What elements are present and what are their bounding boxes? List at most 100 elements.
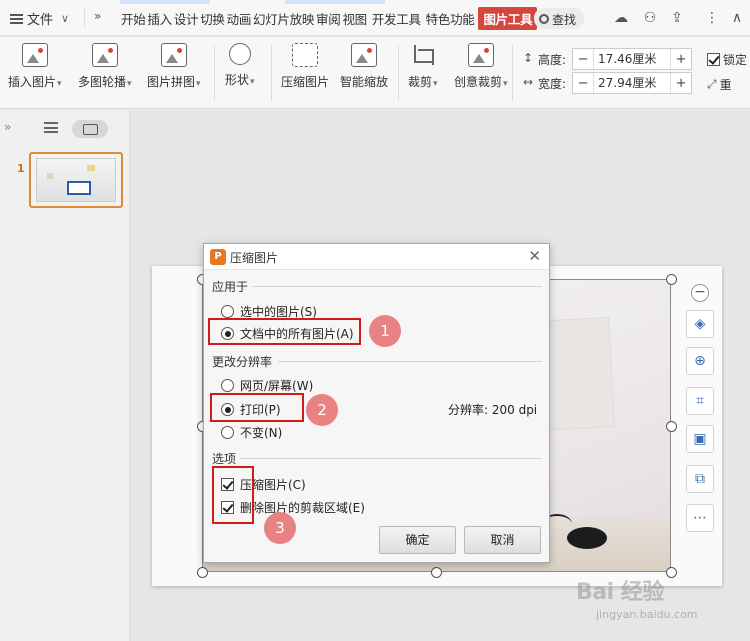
collapse-ribbon-icon[interactable]: ∧ xyxy=(728,9,746,27)
thumbnail-view-icon[interactable] xyxy=(72,120,108,138)
width-label: 宽度: xyxy=(538,76,567,91)
cloud-icon[interactable]: ☁ xyxy=(612,9,630,27)
dropdown-arrow-icon: ▾ xyxy=(127,79,132,89)
more-options-icon[interactable]: ⋮ xyxy=(703,9,721,27)
width-row: ↔ 宽度: − 27.94厘米 + xyxy=(520,72,693,94)
radio-label: 不变(N) xyxy=(240,426,283,440)
smart-zoom-button[interactable]: 智能缩放 xyxy=(340,43,388,90)
annotation-badge-2: 2 xyxy=(306,394,338,426)
crop-tool-icon[interactable]: ⌗ xyxy=(686,387,714,415)
crop-icon xyxy=(410,43,436,67)
radio-button[interactable] xyxy=(221,379,234,392)
zoom-in-icon[interactable]: ⊕ xyxy=(686,347,714,375)
thumbnail-detail xyxy=(87,165,95,171)
height-row: ↕ 高度: − 17.46厘米 + xyxy=(520,48,693,70)
tab-animation[interactable]: 动画 xyxy=(226,9,252,30)
resize-handle-top-right[interactable] xyxy=(666,274,677,285)
insert-picture-button[interactable]: 插入图片▾ xyxy=(8,43,62,90)
reset-label: 重 xyxy=(719,78,732,92)
dropdown-arrow-icon: ▾ xyxy=(196,79,201,89)
increase-height-button[interactable]: + xyxy=(671,52,691,67)
crop-button[interactable]: 裁剪▾ xyxy=(408,43,438,90)
reset-icon: ⤢ xyxy=(707,77,717,91)
tab-design[interactable]: 设计 xyxy=(173,9,199,30)
baidu-watermark-logo: Bai 经验 xyxy=(576,580,664,605)
slide-thumbnail[interactable] xyxy=(29,152,123,208)
resize-handle-bottom-left[interactable] xyxy=(197,567,208,578)
height-stepper[interactable]: − 17.46厘米 + xyxy=(572,48,693,70)
group-divider xyxy=(240,458,542,459)
dialog-title-bar[interactable]: P 压缩图片 ✕ xyxy=(204,244,549,270)
shape-label: 形状 xyxy=(225,73,250,87)
file-menu[interactable]: 文件 ∨ xyxy=(10,9,69,28)
tab-home[interactable]: 开始 xyxy=(120,9,146,30)
shape-button[interactable]: 形状▾ xyxy=(225,43,255,88)
divider xyxy=(214,45,215,101)
thumbnail-detail xyxy=(47,173,53,179)
decrease-width-button[interactable]: − xyxy=(573,76,593,91)
collapse-pane-icon[interactable]: » xyxy=(4,120,11,134)
menu-bar: 文件 ∨ » 开始 插入 设计 切换 动画 幻灯片放映 审阅 视图 开发工具 特… xyxy=(0,0,750,36)
tab-insert[interactable]: 插入 xyxy=(146,9,172,30)
more-tools-icon[interactable]: ⋯ xyxy=(686,504,714,532)
ok-button[interactable]: 确定 xyxy=(379,526,456,554)
more-tabs-icon[interactable]: » xyxy=(94,9,101,23)
height-input[interactable]: 17.46厘米 xyxy=(593,49,672,69)
annotation-box-1 xyxy=(208,318,361,345)
tab-view[interactable]: 视图 xyxy=(341,9,367,30)
lock-checkbox-box[interactable] xyxy=(707,53,720,66)
document-tab-strip xyxy=(120,0,210,4)
close-icon[interactable]: ✕ xyxy=(528,247,541,265)
tab-developer[interactable]: 开发工具 xyxy=(371,9,422,30)
tab-features[interactable]: 特色功能 xyxy=(425,9,476,30)
wps-logo-icon: P xyxy=(210,249,226,265)
increase-width-button[interactable]: + xyxy=(671,76,691,91)
divider xyxy=(84,8,85,28)
search-button[interactable]: 查找 xyxy=(534,8,584,29)
group-divider xyxy=(278,361,542,362)
tab-transition[interactable]: 切换 xyxy=(199,9,225,30)
lock-aspect-checkbox[interactable]: 锁定 xyxy=(707,51,747,68)
tab-slideshow[interactable]: 幻灯片放映 xyxy=(252,9,315,30)
share-icon[interactable]: ⇪ xyxy=(668,9,686,27)
resize-handle-bottom[interactable] xyxy=(431,567,442,578)
replace-picture-icon[interactable]: ⧉ xyxy=(686,465,714,493)
crop-label: 裁剪 xyxy=(408,75,433,89)
compress-picture-label: 压缩图片 xyxy=(281,75,330,89)
tab-picture-tools[interactable]: 图片工具 xyxy=(478,7,538,30)
collage-button[interactable]: 图片拼图▾ xyxy=(147,43,201,90)
compress-picture-button[interactable]: 压缩图片 xyxy=(281,43,329,90)
height-icon: ↕ xyxy=(522,51,534,65)
width-stepper[interactable]: − 27.94厘米 + xyxy=(572,72,693,94)
collapse-toolbar-icon[interactable]: − xyxy=(691,284,709,302)
slide-thumbnail-pane: » 1 xyxy=(0,110,130,641)
radio-button[interactable] xyxy=(221,305,234,318)
carousel-icon xyxy=(91,43,118,67)
tab-review[interactable]: 审阅 xyxy=(315,9,341,30)
insert-picture-label: 插入图片 xyxy=(8,75,57,89)
layers-icon[interactable]: ◈ xyxy=(686,310,714,338)
width-input[interactable]: 27.94厘米 xyxy=(593,73,672,93)
unchanged-radio[interactable]: 不变(N) xyxy=(221,424,282,441)
ribbon-tabs: 开始 插入 设计 切换 动画 幻灯片放映 审阅 视图 开发工具 特色功能 图片工… xyxy=(120,7,538,30)
picture-frame-icon[interactable]: ▣ xyxy=(686,425,714,453)
annotation-box-3 xyxy=(212,466,254,524)
radio-button[interactable] xyxy=(221,426,234,439)
apply-to-group-label: 应用于 xyxy=(212,280,249,294)
radio-label: 网页/屏幕(W) xyxy=(240,379,314,393)
decrease-height-button[interactable]: − xyxy=(573,52,593,67)
resize-handle-bottom-right[interactable] xyxy=(666,567,677,578)
picture-tools-ribbon: 插入图片▾ 多图轮播▾ 图片拼图▾ 形状▾ 压缩图片 智能缩放 裁剪▾ 创意裁剪… xyxy=(0,37,750,109)
add-user-icon[interactable]: ⚇ xyxy=(641,9,659,27)
compress-picture-icon xyxy=(292,43,318,67)
hamburger-icon xyxy=(10,13,23,24)
file-menu-label: 文件 xyxy=(27,13,54,28)
creative-crop-button[interactable]: 创意裁剪▾ xyxy=(454,43,508,90)
cancel-button[interactable]: 取消 xyxy=(464,526,541,554)
collage-label: 图片拼图 xyxy=(147,75,196,89)
resize-handle-right[interactable] xyxy=(666,421,677,432)
reset-size-button[interactable]: ⤢ 重 xyxy=(707,76,732,93)
web-screen-radio[interactable]: 网页/屏幕(W) xyxy=(221,377,313,394)
outline-view-icon[interactable] xyxy=(44,122,58,133)
carousel-button[interactable]: 多图轮播▾ xyxy=(78,43,132,90)
